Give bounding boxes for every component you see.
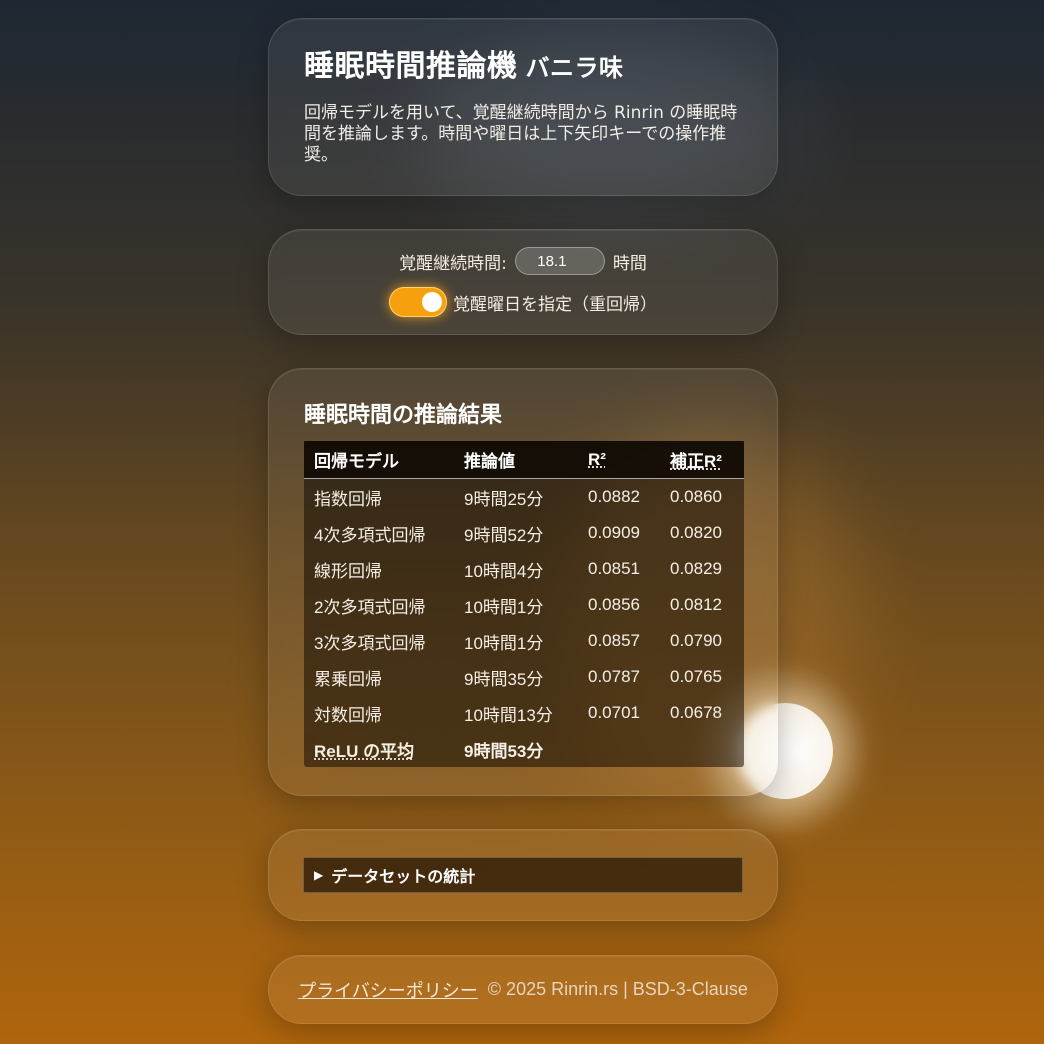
weekday-toggle[interactable] xyxy=(389,287,447,317)
model-name: 線形回帰 xyxy=(314,561,382,581)
table-header-row: 回帰モデル 推論値 R² 補正R² xyxy=(304,441,744,479)
footer-card: プライバシーポリシー © 2025 Rinrin.rs | BSD-3-Clau… xyxy=(268,955,778,1024)
model-name: 3次多項式回帰 xyxy=(314,633,426,653)
column-header-model: 回帰モデル xyxy=(304,441,454,479)
awake-duration-label: 覚醒継続時間: xyxy=(399,253,507,274)
table-row: 対数回帰 10時間13分 0.0701 0.0678 xyxy=(304,695,744,731)
table-row: 線形回帰 10時間4分 0.0851 0.0829 xyxy=(304,551,744,587)
dataset-stats-disclosure[interactable]: ▶ データセットの統計 xyxy=(303,857,743,893)
adjusted-r2-value: 0.0812 xyxy=(670,595,722,614)
awake-duration-row: 覚醒継続時間: 時間 xyxy=(269,247,777,275)
table-row: 4次多項式回帰 9時間52分 0.0909 0.0820 xyxy=(304,515,744,551)
table-row: 3次多項式回帰 10時間1分 0.0857 0.0790 xyxy=(304,623,744,659)
prediction-value: 10時間1分 xyxy=(464,633,544,653)
results-title: 睡眠時間の推論結果 xyxy=(304,403,503,428)
table-row: 2次多項式回帰 10時間1分 0.0856 0.0812 xyxy=(304,587,744,623)
model-name: 2次多項式回帰 xyxy=(314,597,426,617)
prediction-value: 10時間4分 xyxy=(464,561,544,581)
prediction-value: 9時間52分 xyxy=(464,525,544,545)
results-table: 回帰モデル 推論値 R² 補正R² 指数回帰 9時間25分 0.0882 0.0860… xyxy=(304,441,744,767)
column-header-adjusted-r2: 補正R² xyxy=(660,441,744,479)
column-header-prediction: 推論値 xyxy=(454,441,578,479)
table-row: 累乗回帰 9時間35分 0.0787 0.0765 xyxy=(304,659,744,695)
r2-value: 0.0856 xyxy=(588,595,640,614)
awake-duration-input[interactable] xyxy=(514,247,605,275)
relu-abbr: ReLU の平均 xyxy=(314,741,415,761)
privacy-policy-link[interactable]: プライバシーポリシー xyxy=(298,977,478,1003)
adjusted-r2-value: 0.0820 xyxy=(670,523,722,542)
dataset-stats-summary: データセットの統計 xyxy=(331,867,476,886)
model-name: 4次多項式回帰 xyxy=(314,525,426,545)
average-value: 9時間53分 xyxy=(464,741,544,761)
title-text: 睡眠時間推論機 xyxy=(304,49,518,84)
r2-value: 0.0701 xyxy=(588,703,640,722)
r2-abbr: R² xyxy=(588,449,606,469)
prediction-value: 10時間13分 xyxy=(464,705,553,725)
weekday-toggle-row: 覚醒曜日を指定（重回帰） xyxy=(269,287,777,317)
title-flavor: バニラ味 xyxy=(525,54,624,82)
column-header-r2: R² xyxy=(578,441,660,479)
r2-value: 0.0857 xyxy=(588,631,640,650)
input-card: 覚醒継続時間: 時間 覚醒曜日を指定（重回帰） xyxy=(268,229,778,335)
prediction-value: 10時間1分 xyxy=(464,597,544,617)
results-card: 睡眠時間の推論結果 回帰モデル 推論値 R² 補正R² 指数回帰 9時間25分 0.… xyxy=(268,368,778,796)
adjusted-r2-value: 0.0678 xyxy=(670,703,722,722)
toggle-knob xyxy=(422,292,442,312)
r2-value: 0.0851 xyxy=(588,559,640,578)
model-name: 対数回帰 xyxy=(314,705,382,725)
model-name: 累乗回帰 xyxy=(314,669,382,689)
table-row: 指数回帰 9時間25分 0.0882 0.0860 xyxy=(304,479,744,516)
stats-card: ▶ データセットの統計 xyxy=(268,829,778,921)
r2-value: 0.0787 xyxy=(588,667,640,686)
r2-value: 0.0882 xyxy=(588,487,640,506)
adjusted-r2-abbr: 補正R² xyxy=(670,452,722,471)
weekday-toggle-label: 覚醒曜日を指定（重回帰） xyxy=(453,294,657,315)
page-description: 回帰モデルを用いて、覚醒継続時間から Rinrin の睡眠時間を推論します。時間… xyxy=(304,103,738,165)
average-label: ReLU の平均 xyxy=(304,731,454,767)
copyright-text: © 2025 Rinrin.rs | BSD-3-Clause xyxy=(487,979,748,999)
adjusted-r2-value: 0.0829 xyxy=(670,559,722,578)
page-title: 睡眠時間推論機 バニラ味 xyxy=(304,41,742,85)
model-name: 指数回帰 xyxy=(314,489,382,509)
adjusted-r2-value: 0.0860 xyxy=(670,487,722,506)
adjusted-r2-value: 0.0765 xyxy=(670,667,722,686)
prediction-value: 9時間25分 xyxy=(464,489,544,509)
r2-value: 0.0909 xyxy=(588,523,640,542)
unit-label: 時間 xyxy=(612,253,647,274)
prediction-value: 9時間35分 xyxy=(464,669,544,689)
header-card: 睡眠時間推論機 バニラ味 回帰モデルを用いて、覚醒継続時間から Rinrin の睡… xyxy=(268,18,778,196)
disclosure-triangle-icon: ▶ xyxy=(314,868,324,882)
adjusted-r2-value: 0.0790 xyxy=(670,631,722,650)
average-row: ReLU の平均 9時間53分 xyxy=(304,731,744,767)
